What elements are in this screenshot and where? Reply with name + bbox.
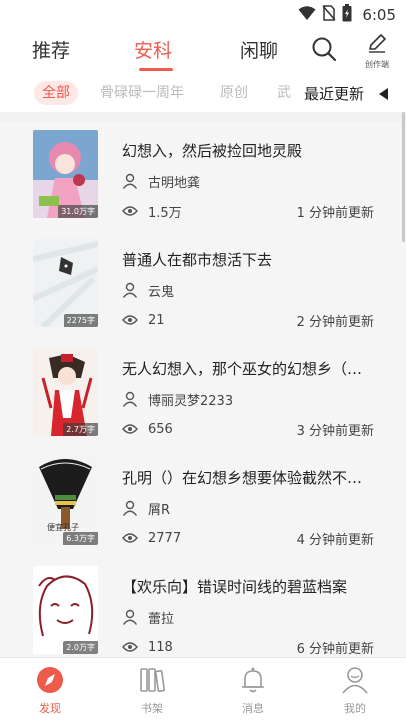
search-icon: [312, 37, 337, 62]
sort-label: 最近更新: [304, 85, 365, 103]
word-count-badge: 31.0万字: [58, 205, 98, 218]
nav-profile[interactable]: 我的: [325, 664, 385, 716]
book-cover: 2.7万字: [33, 348, 98, 436]
search-button[interactable]: [311, 36, 337, 62]
author-name: 云鬼: [148, 284, 175, 300]
status-bar: 6:05: [0, 0, 406, 28]
nav-label: 我的: [344, 702, 366, 715]
word-count-badge: 6.3万字: [63, 532, 98, 545]
battery-icon: [342, 4, 352, 26]
book-list[interactable]: 31.0万字 幻想入，然后被捡回地灵殿 古明地龚 1.5万 1 分钟前更新 22…: [0, 112, 406, 657]
top-nav: 推荐 安科 闲聊 创作端: [0, 28, 406, 76]
eye-icon: [122, 533, 138, 543]
tab-anke[interactable]: 安科: [134, 36, 172, 63]
profile-icon: [342, 667, 368, 694]
word-count-badge: 2275字: [63, 314, 98, 327]
nav-label: 书架: [141, 702, 163, 715]
status-time: 6:05: [362, 6, 396, 24]
eye-icon: [122, 315, 138, 325]
bottom-nav: 发现 书架 消息 我的: [0, 657, 406, 721]
create-label: 创作端: [365, 60, 389, 69]
eye-icon: [122, 424, 138, 434]
nav-label: 发现: [39, 702, 61, 715]
update-time: 2 分钟前更新: [296, 314, 374, 330]
book-cover: 便宜孔子 6.3万字: [33, 457, 98, 545]
filter-row: 全部 骨碌碌一周年 原创 武 最近更新: [0, 76, 406, 112]
user-icon: [122, 391, 138, 407]
filter-anniversary[interactable]: 骨碌碌一周年: [100, 81, 184, 105]
book-title: 孔明（）在幻想乡想要体验截然不…: [122, 469, 363, 487]
book-item[interactable]: 2.7万字 无人幻想入，那个巫女的幻想乡（… 博丽灵梦2233 656 3 分钟…: [0, 340, 400, 449]
view-count: 118: [148, 639, 173, 655]
compass-icon: [37, 667, 63, 693]
list-scrollbar[interactable]: [402, 112, 405, 242]
wifi-icon: [298, 5, 316, 25]
book-item[interactable]: 便宜孔子 6.3万字 孔明（）在幻想乡想要体验截然不… 屑R 2777 4 分钟…: [0, 449, 400, 558]
update-time: 3 分钟前更新: [296, 423, 374, 439]
status-icons: 6:05: [298, 4, 396, 26]
view-count: 21: [148, 312, 165, 328]
bell-icon: [242, 667, 264, 693]
filter-wu[interactable]: 武: [277, 81, 291, 105]
stats-row: 1.5万 1 分钟前更新: [122, 202, 374, 221]
author-row: 蕾拉: [122, 608, 175, 627]
no-sim-icon: [322, 5, 336, 25]
book-title: 幻想入，然后被捡回地灵殿: [122, 142, 303, 160]
book-title: 普通人在都市想活下去: [122, 251, 273, 269]
nav-messages[interactable]: 消息: [223, 664, 283, 716]
stats-row: 2777 4 分钟前更新: [122, 529, 374, 548]
author-row: 屑R: [122, 499, 171, 518]
book-item[interactable]: 2275字 普通人在都市想活下去 云鬼 21 2 分钟前更新: [0, 231, 400, 340]
nav-bookshelf[interactable]: 书架: [122, 664, 182, 716]
sort-arrow-icon: [379, 88, 388, 100]
view-count: 656: [148, 421, 173, 437]
user-icon: [122, 609, 138, 625]
book-cover: 31.0万字: [33, 130, 98, 218]
pencil-icon: [369, 34, 386, 53]
tab-chat[interactable]: 闲聊: [240, 36, 278, 63]
word-count-badge: 2.0万字: [63, 641, 98, 654]
stats-row: 118 6 分钟前更新: [122, 638, 374, 657]
tab-recommend[interactable]: 推荐: [32, 36, 70, 63]
author-name: 蕾拉: [148, 611, 175, 627]
author-name: 博丽灵梦2233: [148, 393, 234, 409]
author-row: 博丽灵梦2233: [122, 390, 234, 409]
user-icon: [122, 282, 138, 298]
author-name: 古明地龚: [148, 175, 201, 191]
nav-label: 消息: [242, 702, 264, 715]
sort-dropdown[interactable]: 最近更新: [296, 76, 406, 112]
filter-all[interactable]: 全部: [34, 81, 78, 105]
update-time: 1 分钟前更新: [296, 205, 374, 221]
eye-icon: [122, 642, 138, 652]
book-cover: 2275字: [33, 239, 98, 327]
stats-row: 21 2 分钟前更新: [122, 311, 374, 330]
nav-discover[interactable]: 发现: [20, 664, 80, 716]
author-name: 屑R: [148, 502, 171, 518]
book-cover: 2.0万字: [33, 566, 98, 654]
book-title: 无人幻想入，那个巫女的幻想乡（…: [122, 360, 363, 378]
eye-icon: [122, 206, 138, 216]
filter-original[interactable]: 原创: [220, 81, 248, 105]
author-row: 古明地龚: [122, 172, 201, 191]
stats-row: 656 3 分钟前更新: [122, 420, 374, 439]
update-time: 4 分钟前更新: [296, 532, 374, 548]
user-icon: [122, 500, 138, 516]
view-count: 1.5万: [148, 205, 182, 221]
author-row: 云鬼: [122, 281, 175, 300]
book-item[interactable]: 31.0万字 幻想入，然后被捡回地灵殿 古明地龚 1.5万 1 分钟前更新: [0, 122, 400, 231]
user-icon: [122, 173, 138, 189]
update-time: 6 分钟前更新: [296, 641, 374, 657]
list-top-spacer: [0, 112, 406, 122]
word-count-badge: 2.7万字: [63, 423, 98, 436]
bookshelf-icon: [140, 668, 166, 692]
view-count: 2777: [148, 530, 182, 546]
create-button[interactable]: 创作端: [359, 32, 395, 72]
book-item[interactable]: 2.0万字 【欢乐向】错误时间线的碧蓝档案 蕾拉 118 6 分钟前更新: [0, 558, 400, 657]
book-title: 【欢乐向】错误时间线的碧蓝档案: [122, 578, 348, 596]
active-tab-indicator: [139, 68, 173, 71]
